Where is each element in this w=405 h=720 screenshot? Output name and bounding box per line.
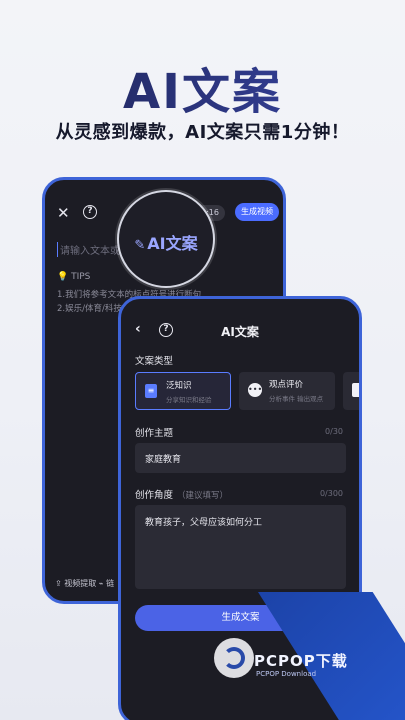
tips-label: 💡 TIPS bbox=[57, 272, 91, 282]
ai-pen-icon: ✎ bbox=[134, 238, 146, 253]
watermark-brand: PCPOP下载 bbox=[254, 652, 348, 670]
watermark-logo-icon bbox=[214, 638, 254, 678]
theme-input[interactable]: 家庭教育 bbox=[135, 443, 346, 473]
document-icon: ≡ bbox=[145, 384, 157, 398]
type-name: 观点评价 bbox=[269, 380, 304, 390]
type-section-label: 文案类型 bbox=[135, 356, 174, 367]
chat-bubble-icon: ••• bbox=[248, 383, 262, 397]
type-desc: 分析事件 输出观点 bbox=[269, 395, 324, 403]
tip-item: 2.娱乐/体育/科技 bbox=[57, 304, 122, 314]
help-icon[interactable]: ? bbox=[83, 205, 97, 219]
close-icon[interactable]: ✕ bbox=[57, 204, 70, 222]
type-desc: 分享知识和经验 bbox=[166, 396, 212, 404]
hero-title: AI文案 bbox=[0, 52, 405, 122]
watermark-sub: PCPOP Download bbox=[256, 670, 317, 678]
angle-hint: （建议填写） bbox=[177, 491, 229, 501]
type-card-more[interactable] bbox=[343, 372, 359, 410]
lens-label: ✎ AI文案 bbox=[134, 234, 198, 253]
document-icon bbox=[352, 383, 359, 397]
hero-subtitle: 从灵感到爆款，AI文案只需1分钟！ bbox=[55, 122, 350, 143]
theme-counter: 0/30 bbox=[325, 427, 343, 436]
type-name: 泛知识 bbox=[166, 381, 192, 391]
magnifier-lens: ✎ AI文案 bbox=[117, 190, 215, 288]
generate-video-button[interactable]: 生成视频 bbox=[235, 203, 279, 221]
angle-counter: 0/300 bbox=[319, 489, 343, 498]
text-input[interactable]: 请输入文本或 bbox=[57, 242, 120, 257]
angle-label: 创作角度 （建议填写） bbox=[135, 490, 229, 501]
theme-label: 创作主题 bbox=[135, 428, 174, 439]
type-card-knowledge[interactable]: ≡ 泛知识 分享知识和经验 bbox=[135, 372, 231, 410]
angle-textarea[interactable]: 教育孩子，父母应该如何分工 bbox=[135, 505, 346, 589]
page-title: AI文案 bbox=[221, 325, 259, 339]
type-card-opinion[interactable]: ••• 观点评价 分析事件 输出观点 bbox=[239, 372, 335, 410]
bottom-actions[interactable]: ⇪ 视频提取 ⌁ 链 bbox=[55, 578, 114, 589]
